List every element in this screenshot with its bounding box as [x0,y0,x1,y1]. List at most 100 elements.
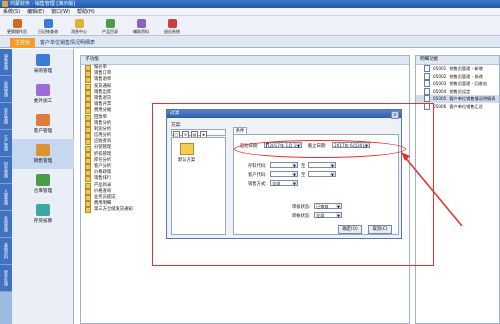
module-label: 销售管理 [33,159,53,164]
document-icon [424,72,430,80]
module-4[interactable]: 仓库管理 [12,169,74,199]
mail-icon [74,18,84,28]
menu-edit[interactable]: 编辑(E) [27,8,44,16]
detail-function-label: 销售员管理 - 回收站 [449,81,488,86]
tab-report[interactable]: 客户单位销售情况明细表 [40,38,95,48]
detail-function-label: 销售员管理 - 新增 [449,66,483,71]
folder-icon [85,108,91,115]
outsource-icon [36,84,50,96]
folder-icon [85,120,91,127]
vtab-8[interactable]: 账务处理 [0,265,12,292]
folder-icon [85,176,91,183]
toolbar-label: 产品目录 [102,28,118,34]
module-label: 采购管理 [33,69,53,74]
exit-icon [167,18,177,28]
menu-bar: 系统(S) 编辑(E) 窗口(W) 帮助(H) [0,8,500,16]
toolbar-button-2[interactable]: 消息中心 [65,17,93,35]
subfunction-label: 第三方仓储发货通知 [94,207,133,213]
menu-system[interactable]: 系统(S) [3,8,20,16]
toolbar-button-0[interactable]: 更换操作员 [3,17,31,35]
folder-icon [85,139,91,146]
detail-function-item[interactable]: 05001 销售员管理 - 新增 [416,65,499,73]
detail-function-header: 明细功能 [416,56,499,65]
detail-function-code: 05001 [433,66,447,71]
vtab-6[interactable]: 系统管理 [0,211,12,238]
vtab-5[interactable]: 人事管理 [0,184,12,211]
module-label: 委外加工 [33,99,53,104]
app-logo-icon [2,1,8,7]
highlight-rectangle [152,103,434,266]
folder-icon [85,89,91,96]
menu-help[interactable]: 帮助(H) [77,8,95,16]
detail-function-item[interactable]: 05002 销售员管理 - 修改 [416,72,499,81]
folder-icon [85,207,91,214]
module-2[interactable]: 客户管理 [12,109,74,139]
detail-function-item[interactable]: 05004 销售员设定 [416,87,499,96]
toolbar-label: 退出系统 [164,28,180,34]
ledger-icon [43,18,53,28]
purchase-icon [36,54,50,66]
detail-function-code: 05004 [433,88,447,94]
folder-icon [85,83,91,90]
detail-function-item[interactable]: 05005 客户单位销售情况明细表 [416,95,499,103]
module-pane: 采购管理委外加工客户管理销售管理仓库管理存货核算 [12,49,74,324]
folder-icon [85,157,91,164]
menu-window[interactable]: 窗口(W) [51,8,70,16]
folder-icon [85,195,91,202]
detail-function-code: 05006 [433,103,447,109]
folder-icon [85,102,91,109]
detail-function-code: 05003 [433,81,447,86]
detail-function-code: 05002 [433,73,447,79]
vtab-0[interactable]: 销售管理 [0,49,12,76]
toolbar-label: 辅助资料 [133,28,149,34]
toolbar-label: 日记帐查询 [38,28,58,34]
folder-icon [85,164,91,171]
module-0[interactable]: 采购管理 [12,49,74,79]
folder-icon [85,145,91,152]
toolbar-label: 更换操作员 [7,28,27,34]
document-icon [424,87,430,95]
toolbar-button-3[interactable]: 产品目录 [96,17,124,35]
folder-icon [85,133,91,140]
folder-icon [85,114,91,121]
document-icon [424,80,430,88]
detail-function-label: 客户单位销售情况明细表 [449,96,496,101]
module-label: 存货核算 [33,219,53,224]
vertical-nav: 销售管理 采购管理 库存管理 生产管理 财务管理 人事管理 系统管理 基础资料 账务处理 [0,49,12,324]
catalog-icon [105,18,115,28]
detail-function-title: 明细功能 [420,57,439,62]
tools-icon [136,18,146,28]
window-title-bar: 鸿蒙财务 · 销售管理 [演示版] [0,0,500,8]
folder-icon [85,65,91,72]
folder-icon [85,201,91,208]
module-3[interactable]: 销售管理 [12,139,74,169]
folder-icon [85,182,91,189]
module-label: 客户管理 [33,129,53,134]
subfunction-title: 子功能 [85,57,99,62]
folder-icon [85,188,91,195]
module-1[interactable]: 委外加工 [12,79,74,109]
vtab-3[interactable]: 生产管理 [0,130,12,157]
folder-icon [85,71,91,78]
user-switch-icon [12,18,22,28]
toolbar-button-1[interactable]: 日记帐查询 [34,17,62,35]
detail-function-item[interactable]: 05003 销售员管理 - 回收站 [416,80,499,88]
folder-icon [85,77,91,84]
module-5[interactable]: 存货核算 [12,199,74,229]
vtab-1[interactable]: 采购管理 [0,76,12,103]
window-title: 鸿蒙财务 · 销售管理 [演示版] [10,1,76,7]
main-toolbar: 更换操作员 日记帐查询 消息中心 产品目录 辅助资料 退出系统 [0,16,500,36]
document-icon [424,65,430,73]
tab-home[interactable]: 主控台 [10,38,35,48]
detail-function-label: 销售员管理 - 修改 [449,73,483,79]
toolbar-button-4[interactable]: 辅助资料 [127,17,155,35]
vtab-7[interactable]: 基础资料 [0,238,12,265]
folder-icon [85,96,91,103]
folder-icon [85,151,91,158]
toolbar-button-5[interactable]: 退出系统 [158,17,186,35]
detail-function-label: 客户单位销售汇总 [449,103,483,109]
vtab-2[interactable]: 库存管理 [0,103,12,130]
customer-icon [36,114,50,126]
document-icon [424,95,430,103]
vtab-4[interactable]: 财务管理 [0,157,12,184]
